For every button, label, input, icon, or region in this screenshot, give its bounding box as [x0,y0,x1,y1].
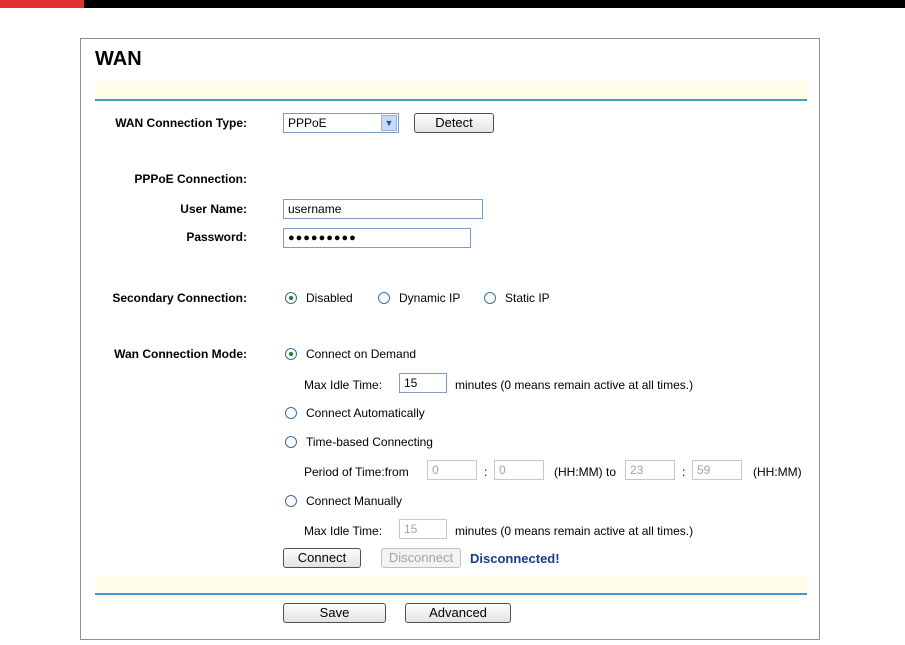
on-demand-idle-suffix: minutes (0 means remain active at all ti… [455,378,694,392]
top-header-bar [0,0,905,8]
time-format-suffix: (HH:MM) [753,465,802,479]
to-separator: : [682,465,686,479]
mode-automatic-radio[interactable] [285,407,297,419]
connection-type-select[interactable]: PPPoE ▼ [283,113,399,133]
mode-on-demand-radio[interactable] [285,348,297,360]
connection-mode-label: Wan Connection Mode: [114,347,247,361]
secondary-connection-label: Secondary Connection: [112,291,247,305]
password-label: Password: [186,230,247,244]
chevron-down-icon: ▼ [381,115,397,131]
from-minute-input[interactable]: 0 [494,460,544,480]
connection-type-label: WAN Connection Type: [115,116,247,130]
connect-button[interactable]: Connect [283,548,361,568]
from-separator: : [484,465,488,479]
detect-button[interactable]: Detect [414,113,494,133]
header-band [95,81,807,99]
manual-idle-input[interactable]: 15 [399,519,447,539]
from-hour-input[interactable]: 0 [427,460,477,480]
disconnect-button[interactable]: Disconnect [381,548,461,568]
mode-manual-label: Connect Manually [306,494,403,508]
to-minute-input[interactable]: 59 [692,460,742,480]
mode-on-demand-label: Connect on Demand [306,347,417,361]
secondary-static-ip-label: Static IP [505,291,550,305]
header-accent [0,0,84,8]
footer-band [95,576,807,594]
to-hour-input[interactable]: 23 [625,460,675,480]
pppoe-section-label: PPPoE Connection: [134,172,247,186]
bottom-divider [95,593,807,595]
connection-type-value: PPPoE [288,116,327,130]
top-divider [95,99,807,101]
mode-automatic-label: Connect Automatically [306,406,425,420]
secondary-dynamic-ip-label: Dynamic IP [399,291,461,305]
mode-time-based-radio[interactable] [285,436,297,448]
to-label: (HH:MM) to [554,465,616,479]
wan-settings-panel: WAN WAN Connection Type: PPPoE ▼ Detect … [80,38,820,640]
on-demand-idle-input[interactable]: 15 [399,373,447,393]
password-input[interactable]: ●●●●●●●●● [283,228,471,248]
connection-status: Disconnected! [470,551,560,566]
save-button[interactable]: Save [283,603,386,623]
manual-idle-label: Max Idle Time: [304,524,383,538]
page-title: WAN [95,48,142,70]
mode-manual-radio[interactable] [285,495,297,507]
username-input[interactable]: username [283,199,483,219]
advanced-button[interactable]: Advanced [405,603,511,623]
secondary-dynamic-ip-radio[interactable] [378,292,390,304]
on-demand-idle-label: Max Idle Time: [304,378,383,392]
username-label: User Name: [180,202,247,216]
manual-idle-suffix: minutes (0 means remain active at all ti… [455,524,694,538]
secondary-disabled-radio[interactable] [285,292,297,304]
period-label: Period of Time:from [304,465,409,479]
mode-time-based-label: Time-based Connecting [306,435,433,449]
secondary-disabled-label: Disabled [306,291,353,305]
secondary-static-ip-radio[interactable] [484,292,496,304]
